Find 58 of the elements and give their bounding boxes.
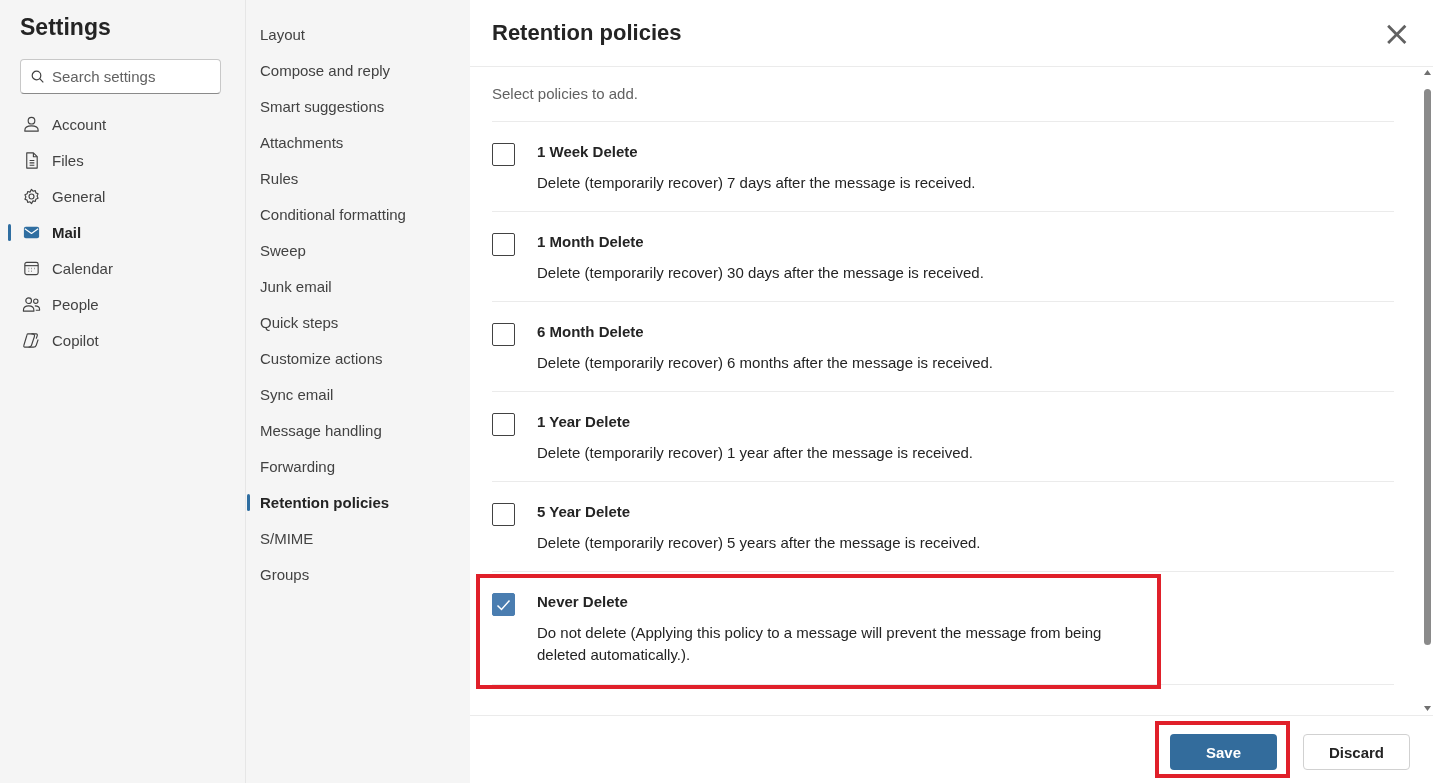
gear-icon <box>22 186 41 206</box>
subnav-item[interactable]: Sync email <box>246 376 470 412</box>
subnav-item[interactable]: Layout <box>246 16 470 52</box>
scrollbar-thumb[interactable] <box>1424 89 1431 645</box>
settings-title: Settings <box>20 13 112 42</box>
subnav-item[interactable]: Retention policies <box>246 484 470 520</box>
policy-name: 1 Year Delete <box>537 412 632 432</box>
checkbox[interactable] <box>492 233 515 256</box>
save-button[interactable]: Save <box>1170 734 1277 770</box>
subnav-item[interactable]: Sweep <box>246 232 470 268</box>
nav-item[interactable]: Copilot <box>0 322 245 358</box>
checkbox[interactable] <box>492 593 515 616</box>
subnav-item[interactable]: Groups <box>246 556 470 592</box>
subnav-item[interactable]: Quick steps <box>246 304 470 340</box>
selection-indicator <box>8 224 11 241</box>
checkbox[interactable] <box>492 503 515 526</box>
subnav-item[interactable]: Conditional formatting <box>246 196 470 232</box>
panel-title: Retention policies <box>492 20 682 46</box>
person-icon <box>22 114 41 134</box>
scroll-down-icon[interactable] <box>1424 706 1431 711</box>
nav-item[interactable]: People <box>0 286 245 322</box>
people-icon <box>22 294 41 314</box>
checkmark-icon <box>496 598 511 611</box>
policy-description: Delete (temporarily recover) 7 days after the message is received. <box>537 173 976 193</box>
subnav-item[interactable]: Forwarding <box>246 448 470 484</box>
subnav-item[interactable]: Message handling <box>246 412 470 448</box>
nav-item[interactable]: Account <box>0 106 245 142</box>
policy-name: 1 Week Delete <box>537 142 639 162</box>
subnav-item[interactable]: Customize actions <box>246 340 470 376</box>
subnav-item[interactable]: Compose and reply <box>246 52 470 88</box>
subnav-item[interactable]: Smart suggestions <box>246 88 470 124</box>
checkbox[interactable] <box>492 323 515 346</box>
scroll-up-icon[interactable] <box>1424 70 1431 75</box>
policy-description: Delete (temporarily recover) 6 months after the message is received. <box>537 353 994 373</box>
subnav-item[interactable]: Attachments <box>246 124 470 160</box>
intro-text: Select policies to add. <box>492 85 1394 122</box>
policy-name: 1 Month Delete <box>537 232 645 252</box>
policy-description: Delete (temporarily recover) 5 years after the message is received. <box>537 533 981 553</box>
search-icon <box>31 70 44 83</box>
nav-item[interactable]: General <box>0 178 245 214</box>
checkbox[interactable] <box>492 143 515 166</box>
subnav-item[interactable]: S/MIME <box>246 520 470 556</box>
policy-description: Delete (temporarily recover) 1 year after the message is received. <box>537 443 973 463</box>
policy-description: Do not delete (Applying this policy to a message will prevent the message from being deleted automatically.). <box>537 623 1103 665</box>
close-button[interactable]: × <box>1378 16 1415 50</box>
selection-indicator <box>247 494 250 511</box>
subnav-item[interactable]: Rules <box>246 160 470 196</box>
subnav-item[interactable]: Junk email <box>246 268 470 304</box>
discard-button[interactable]: Discard <box>1303 734 1410 770</box>
policy-name: Never Delete <box>537 592 629 612</box>
nav-item[interactable]: Calendar <box>0 250 245 286</box>
search-field[interactable]: Search settings <box>20 59 221 94</box>
nav-item[interactable]: Mail <box>0 214 245 250</box>
policy-name: 5 Year Delete <box>537 502 632 522</box>
policy-name: 6 Month Delete <box>537 322 645 342</box>
checkbox[interactable] <box>492 413 515 436</box>
nav-item[interactable]: Files <box>0 142 245 178</box>
policy-description: Delete (temporarily recover) 30 days after the message is received. <box>537 263 984 283</box>
